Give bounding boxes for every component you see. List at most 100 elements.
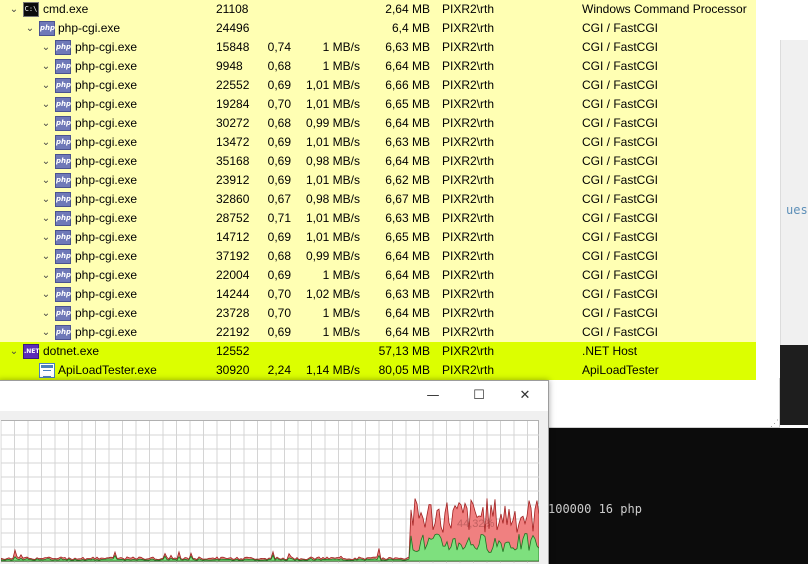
terminal-window[interactable] <box>548 428 808 564</box>
process-cpu: 0,70 <box>267 287 291 301</box>
process-pid: 35168 <box>216 154 250 168</box>
process-row[interactable]: ⌄ php php-cgi.exe 30272 0,68 0,99 MB/s 6,64 MB… <box>0 114 756 133</box>
expand-chevron-icon[interactable]: ⌄ <box>40 95 52 114</box>
process-row[interactable]: ApiLoadTester.exe 30920 2,24 1,14 MB/s 80,05… <box>0 361 756 380</box>
minimize-button[interactable]: — <box>410 381 456 411</box>
process-user: PIXR2\rth <box>442 306 495 320</box>
process-row[interactable]: ⌄ php php-cgi.exe 32860 0,67 0,98 MB/s 6,67 MB… <box>0 190 756 209</box>
php-icon: php <box>39 21 55 36</box>
expand-chevron-icon[interactable]: ⌄ <box>40 152 52 171</box>
process-name: php-cgi.exe <box>75 173 138 187</box>
process-description: CGI / FastCGI <box>582 97 659 111</box>
process-row[interactable]: ⌄ php php-cgi.exe 19284 0,70 1,01 MB/s 6,65 MB… <box>0 95 756 114</box>
process-name: php-cgi.exe <box>75 116 138 130</box>
expand-chevron-icon[interactable]: ⌄ <box>8 0 20 19</box>
process-io: 1,01 MB/s <box>305 173 360 187</box>
php-icon: php <box>55 97 71 112</box>
process-row[interactable]: ⌄ php php-cgi.exe 23728 0,70 1 MB/s 6,64 MB PIX… <box>0 304 756 323</box>
process-row[interactable]: ⌄ .NET dotnet.exe 12552 57,13 MB PIXR2\rth .NE… <box>0 342 756 361</box>
editor-background <box>780 345 808 425</box>
process-description: CGI / FastCGI <box>582 287 659 301</box>
process-name: php-cgi.exe <box>75 268 138 282</box>
process-description: CGI / FastCGI <box>582 249 659 263</box>
process-memory: 80,05 MB <box>378 363 430 377</box>
process-io: 1,01 MB/s <box>305 211 360 225</box>
php-icon: php <box>55 154 71 169</box>
expand-chevron-icon[interactable]: ⌄ <box>40 76 52 95</box>
process-description: CGI / FastCGI <box>582 325 659 339</box>
process-row[interactable]: ⌄ php php-cgi.exe 14244 0,70 1,02 MB/s 6,63 MB… <box>0 285 756 304</box>
process-memory: 6,63 MB <box>385 287 430 301</box>
process-memory: 6,63 MB <box>385 40 430 54</box>
expand-chevron-icon[interactable]: ⌄ <box>40 171 52 190</box>
process-row[interactable]: ⌄ php php-cgi.exe 35168 0,69 0,98 MB/s 6,64 MB… <box>0 152 756 171</box>
process-cpu: 0,69 <box>267 268 291 282</box>
expand-chevron-icon[interactable]: ⌄ <box>40 209 52 228</box>
process-description: CGI / FastCGI <box>582 135 659 149</box>
process-name: php-cgi.exe <box>75 306 138 320</box>
process-user: PIXR2\rth <box>442 78 495 92</box>
process-name: php-cgi.exe <box>75 135 138 149</box>
expand-chevron-icon[interactable]: ⌄ <box>40 114 52 133</box>
resize-grip-icon[interactable]: ⋰ <box>770 418 780 428</box>
process-pid: 24496 <box>216 21 250 35</box>
expand-chevron-icon[interactable]: ⌄ <box>40 38 52 57</box>
php-icon: php <box>55 306 71 321</box>
process-user: PIXR2\rth <box>442 21 495 35</box>
process-cpu: 0,68 <box>267 116 291 130</box>
process-row[interactable]: ⌄ php php-cgi.exe 14712 0,69 1,01 MB/s 6,65 MB… <box>0 228 756 247</box>
process-user: PIXR2\rth <box>442 116 495 130</box>
process-row[interactable]: ⌄ php php-cgi.exe 22192 0,69 1 MB/s 6,64 MB PIX… <box>0 323 756 342</box>
expand-chevron-icon[interactable]: ⌄ <box>40 285 52 304</box>
dotnet-icon: .NET <box>23 344 40 359</box>
process-io: 1,01 MB/s <box>305 97 360 111</box>
expand-chevron-icon[interactable]: ⌄ <box>40 304 52 323</box>
process-description: CGI / FastCGI <box>582 192 659 206</box>
process-description: CGI / FastCGI <box>582 173 659 187</box>
close-button[interactable]: ✕ <box>502 381 548 411</box>
process-row[interactable]: ⌄ php php-cgi.exe 28752 0,71 1,01 MB/s 6,63 MB… <box>0 209 756 228</box>
expand-chevron-icon[interactable]: ⌄ <box>24 19 36 38</box>
process-memory: 6,62 MB <box>385 173 430 187</box>
process-io: 0,99 MB/s <box>305 249 360 263</box>
process-memory: 6,64 MB <box>385 325 430 339</box>
expand-chevron-icon[interactable]: ⌄ <box>40 323 52 342</box>
process-io: 1,02 MB/s <box>305 287 360 301</box>
process-pid: 15848 <box>216 40 250 54</box>
process-name: php-cgi.exe <box>58 21 121 35</box>
process-cpu: 0,74 <box>267 40 291 54</box>
maximize-button[interactable]: ☐ <box>456 381 502 411</box>
process-row[interactable]: ⌄ php php-cgi.exe 15848 0,74 1 MB/s 6,63 MB PIX… <box>0 38 756 57</box>
process-pid: 22552 <box>216 78 250 92</box>
expand-chevron-icon[interactable]: ⌄ <box>40 247 52 266</box>
process-row[interactable]: ⌄ php php-cgi.exe 24496 6,4 MB PIXR2\rth CGI /… <box>0 19 756 38</box>
php-icon: php <box>55 192 71 207</box>
process-memory: 6,63 MB <box>385 211 430 225</box>
expand-chevron-icon[interactable]: ⌄ <box>8 342 20 361</box>
process-row[interactable]: ⌄ C:\ cmd.exe 21108 2,64 MB PIXR2\rth Windows … <box>0 0 756 19</box>
expand-chevron-icon[interactable]: ⌄ <box>40 133 52 152</box>
window-titlebar[interactable]: — ☐ ✕ <box>0 381 548 411</box>
process-user: PIXR2\rth <box>442 230 495 244</box>
process-cpu: 0,71 <box>267 211 291 225</box>
cpu-graph-window[interactable]: — ☐ ✕ 44,32% <box>0 380 549 564</box>
process-row[interactable]: ⌄ php php-cgi.exe 37192 0,68 0,99 MB/s 6,64 MB… <box>0 247 756 266</box>
process-name: php-cgi.exe <box>75 325 138 339</box>
process-tree[interactable]: ⌄ C:\ cmd.exe 21108 2,64 MB PIXR2\rth Windows … <box>0 0 756 380</box>
expand-chevron-icon[interactable]: ⌄ <box>40 266 52 285</box>
process-row[interactable]: ⌄ php php-cgi.exe 9948 0,68 1 MB/s 6,64 MB PIXR… <box>0 57 756 76</box>
process-row[interactable]: ⌄ php php-cgi.exe 13472 0,69 1,01 MB/s 6,63 MB… <box>0 133 756 152</box>
php-icon: php <box>55 59 71 74</box>
expand-chevron-icon[interactable]: ⌄ <box>40 190 52 209</box>
expand-chevron-icon[interactable]: ⌄ <box>40 57 52 76</box>
process-pid: 19284 <box>216 97 250 111</box>
expand-chevron-icon[interactable]: ⌄ <box>40 228 52 247</box>
process-pid: 21108 <box>216 2 249 16</box>
editor-edge-text: uest <box>786 203 808 217</box>
process-memory: 6,65 MB <box>385 97 430 111</box>
process-user: PIXR2\rth <box>442 192 495 206</box>
process-row[interactable]: ⌄ php php-cgi.exe 22004 0,69 1 MB/s 6,64 MB PIX… <box>0 266 756 285</box>
process-user: PIXR2\rth <box>442 135 495 149</box>
process-row[interactable]: ⌄ php php-cgi.exe 22552 0,69 1,01 MB/s 6,66 MB… <box>0 76 756 95</box>
process-row[interactable]: ⌄ php php-cgi.exe 23912 0,69 1,01 MB/s 6,62 MB… <box>0 171 756 190</box>
